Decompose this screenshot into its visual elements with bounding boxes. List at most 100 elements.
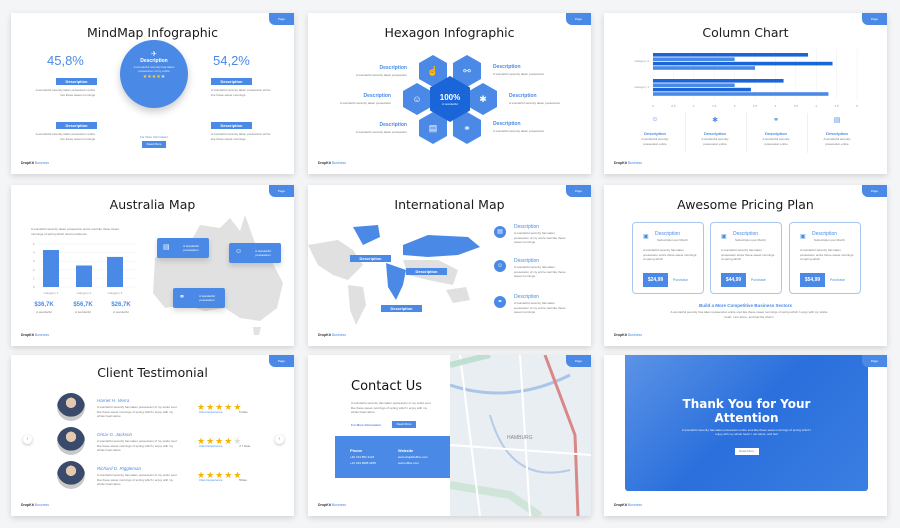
next-arrow-button[interactable]: › [275, 435, 284, 444]
bar-chart: 0 1 2 3 4 5 Category 1 Category 2 Category 3 [33, 242, 136, 295]
page-tab: Page [269, 185, 294, 197]
client-name: Richard D. Riggleman [97, 466, 142, 471]
people-icon: ☺ [403, 83, 431, 115]
horizontal-bar-chart: 0 0.5 1 1.5 2 2.5 3 3.5 4 4.5 5 Category 2 Category … [634, 49, 858, 108]
y-tick-label: 0 [33, 285, 35, 289]
page-tab: Page [269, 13, 294, 25]
x-tick-label: 4 [815, 104, 817, 108]
thanks-title-line2: Attention [714, 411, 779, 425]
bar [653, 66, 755, 70]
item-text: A wonderful serenity possession entire [701, 137, 729, 146]
slide-hexagon[interactable]: Page Hexagon Infographic ☝ ⚯ ☺ ✱ ▤ ⚭ 100… [308, 13, 591, 174]
phone-1: +62 213 852 2124 [350, 455, 375, 459]
footer-brand: DropKit Business [21, 503, 49, 507]
item-text: A wonderful serenity has taken possessio… [514, 265, 566, 278]
slide-testimonial[interactable]: Page Client Testimonial ‹ › Harriet H. V… [11, 355, 294, 516]
center-value: 100% [439, 92, 461, 102]
divider [685, 113, 686, 153]
center-text: A wonderful serenity has taken possessio… [133, 65, 175, 73]
category-label: Category 2 [634, 59, 649, 63]
item-text: A wonderful serenity has taken possessio… [514, 231, 566, 244]
people-icon: ☺ [235, 248, 243, 255]
star-icon: ★ [224, 470, 234, 480]
x-tick-label: 0.5 [671, 104, 676, 108]
city-map[interactable]: HAMBURG [450, 355, 591, 516]
category-label: Category 1 [634, 85, 649, 89]
map-callout: ⚭ A wonderful possession [173, 288, 225, 308]
slide-title: MindMap Infographic [86, 25, 219, 40]
avatar [57, 461, 85, 489]
callout-text: A wonderful possession [255, 249, 271, 257]
item-text: A wonderful serenity has taken possessio… [514, 301, 566, 314]
x-tick-label: 1.5 [712, 104, 717, 108]
desc-text: A wonderful serenity taken possession [493, 72, 545, 76]
text: A wonderful serenity taken possession en… [211, 132, 271, 141]
brand-suffix: Business [627, 503, 643, 507]
slide-column-chart[interactable]: Page Column Chart 0 0.5 1 1.5 2 2.5 3 3.5 4 4.5 5 C… [604, 13, 887, 174]
rating-label: Client Experience [199, 410, 223, 414]
footer-brand: DropKit Business [614, 503, 642, 507]
stat-value: $26,7K [111, 302, 131, 308]
x-tick-label: 3 [775, 104, 777, 108]
stat-right: 54,2% [213, 53, 250, 68]
plan-title: Description [733, 231, 759, 237]
prev-arrow-button[interactable]: ‹ [23, 435, 32, 444]
brand-suffix: Business [34, 161, 50, 165]
slide-mindmap[interactable]: Page MindMap Infographic 45,8% 54,2% Des… [11, 13, 294, 174]
page-tab: Page [566, 355, 591, 367]
item-title: Description [514, 224, 540, 230]
rating-value: 5Rate [239, 478, 248, 482]
stat-label: A wonderful [75, 310, 91, 314]
brand: DropKit [614, 503, 627, 507]
phone-label: Phone [350, 448, 363, 453]
bar [653, 92, 829, 96]
store-icon: ▤ [163, 244, 170, 251]
desc-title: Description [379, 122, 407, 128]
slide-thank-you[interactable]: Thank You for Your Attention A wonderful… [604, 355, 887, 516]
more-info-link[interactable]: For More Information [124, 135, 184, 140]
briefcase-icon: ▣ [643, 234, 649, 240]
read-more-button[interactable]: Read More [142, 141, 166, 148]
brand: DropKit [614, 161, 627, 165]
website-label: Website [398, 448, 414, 453]
contact-box: Phone +62 213 852 2124 +21 324 6985 3255… [335, 436, 450, 478]
desc-text: A wonderful serenity taken possession [509, 101, 561, 105]
slide-international-map[interactable]: Page International Map Description Descr… [308, 185, 591, 346]
slide-contact[interactable]: HAMBURG Page Contact Us A wonderful sere… [308, 355, 591, 516]
brand-suffix: Business [331, 333, 347, 337]
brand: DropKit [21, 333, 34, 337]
text: A wonderful serenity taken possession en… [211, 88, 271, 97]
plan-title: Description [812, 231, 838, 237]
plan-text: A wonderful serenity has taken possessio… [800, 248, 854, 261]
footer-brand: DropKit Business [318, 161, 346, 165]
x-tick-label: 4.5 [835, 104, 840, 108]
purchase-link[interactable]: Purchase [673, 278, 688, 282]
purchase-link[interactable]: Purchase [830, 278, 845, 282]
divider [807, 113, 808, 153]
more-info-link[interactable]: For More Information [351, 423, 381, 428]
read-more-button[interactable]: Read More [734, 448, 759, 455]
stat-left: 45,8% [47, 53, 84, 68]
y-tick-label: 4 [33, 251, 35, 255]
handshake-icon: ⚭ [494, 296, 506, 308]
people-icon: ☺ [651, 116, 659, 123]
slide-pricing[interactable]: Page Awesome Pricing Plan ▣ Description … [604, 185, 887, 346]
text: A wonderful serenity taken possession en… [35, 132, 95, 141]
brand-suffix: Business [627, 161, 643, 165]
molecule-icon: ✱ [469, 83, 497, 115]
slide-australia-map[interactable]: Page Australia Map A wonderful serenity … [11, 185, 294, 346]
plan-sub: Subscription per Month [735, 238, 766, 242]
hero-image: Thank You for Your Attention A wonderful… [625, 355, 868, 491]
brand: DropKit [318, 161, 331, 165]
y-tick-label: 1 [33, 276, 35, 280]
briefcase-icon: ▣ [721, 234, 727, 240]
read-more-button[interactable]: Read More [392, 421, 416, 428]
plan-sub: Subscription per Month [814, 238, 845, 242]
y-tick-label: 5 [33, 242, 35, 246]
badge: Description [56, 122, 97, 129]
purchase-link[interactable]: Purchase [751, 278, 766, 282]
star-icon: ★ [224, 402, 234, 412]
plan-text: A wonderful serenity has taken possessio… [721, 248, 775, 261]
page-tab: Page [566, 185, 591, 197]
center-circle: ✈ Description A wonderful serenity has t… [120, 40, 188, 108]
